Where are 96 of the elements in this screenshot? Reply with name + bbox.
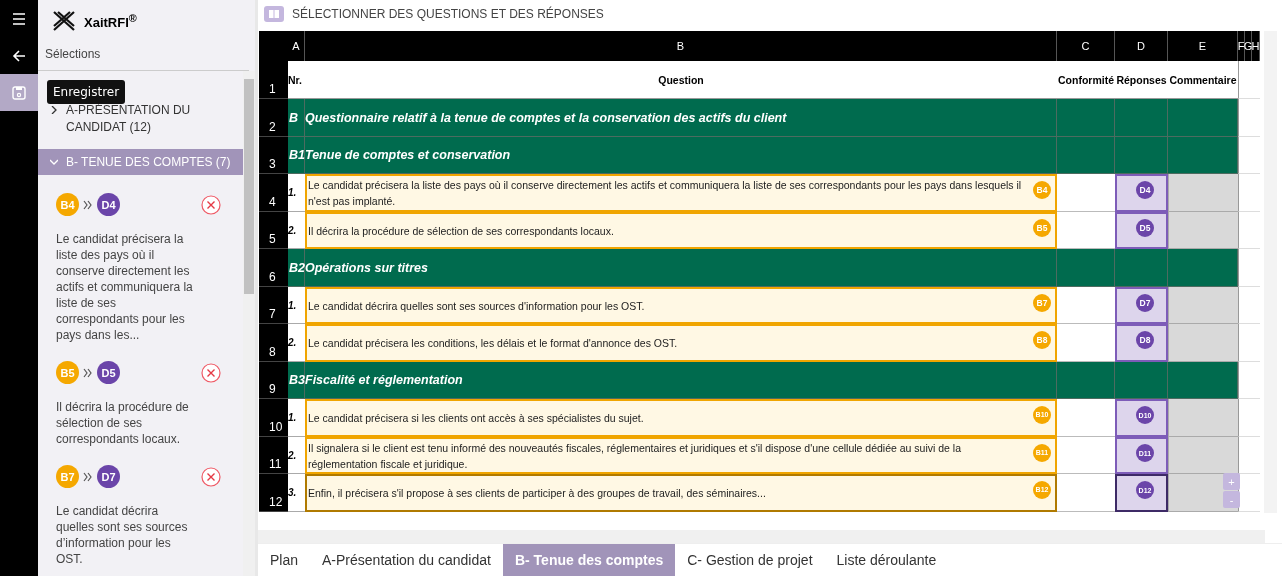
logo-icon — [52, 11, 76, 31]
double-chevron-icon — [83, 199, 93, 210]
question-cell[interactable]: Le candidat précisera les conditions, les délais et le format d'annonce des OST. B8 — [305, 324, 1057, 363]
section-cell — [1168, 137, 1238, 175]
question-text: Le candidat précisera les conditions, les délais et le format d'annonce des OST. — [308, 336, 678, 352]
row-number: 9 — [259, 362, 288, 400]
column-header: D — [1115, 31, 1168, 62]
table-cell[interactable] — [1168, 324, 1238, 363]
section-title: Opérations sur titres — [305, 249, 1057, 288]
section-cell — [1115, 249, 1168, 288]
table-cell[interactable] — [1168, 399, 1238, 438]
section-cell — [1115, 137, 1168, 175]
tree-item-label: B- TENUE DES COMPTES (7) — [66, 154, 231, 171]
table-cell[interactable] — [1168, 174, 1238, 213]
question-badge: B5 — [1033, 219, 1051, 238]
section-cell — [1115, 362, 1168, 400]
column-header: E — [1168, 31, 1238, 62]
question-badge: B4 — [1033, 181, 1051, 200]
selection-text: Le candidat décrira quelles sont ses sources d’information pour les OST. — [56, 503, 189, 567]
section-code: B — [288, 99, 305, 138]
selection-text: Le candidat précisera la liste des pays où il conserve directement les actifs et communiquera la liste de ses correspondants pour les pays dans les... — [56, 231, 194, 343]
row-number: 11 — [259, 437, 288, 475]
section-heading: Sélections — [38, 32, 249, 71]
answer-badge: D7 — [97, 465, 120, 488]
row-number: 6 — [259, 249, 288, 288]
question-badge: B4 — [56, 193, 79, 216]
double-chevron-icon — [83, 471, 93, 482]
question-cell[interactable]: Il décrira la procédure de sélection de ses correspondants locaux. B5 — [305, 212, 1057, 250]
answer-badge: D5 — [97, 361, 120, 384]
selection-text: Il décrira la procédure de sélection de ses correspondants locaux. — [56, 399, 190, 447]
section-cell — [1168, 99, 1238, 138]
row-number: 3 — [259, 137, 288, 175]
column-header: C — [1057, 31, 1115, 62]
section-title: Tenue de comptes et conservation — [305, 137, 1057, 175]
close-icon[interactable] — [201, 362, 221, 383]
section-title: Fiscalité et réglementation — [305, 362, 1057, 400]
section-code: B2 — [288, 249, 305, 288]
double-chevron-icon — [83, 367, 93, 378]
table-cell[interactable] — [1168, 212, 1238, 250]
row-number: 8 — [259, 324, 288, 363]
column-header: A — [288, 31, 305, 62]
question-badge: B5 — [56, 361, 79, 384]
question-text: Le candidat décrira quelles sont ses sources d'information pour les OST. — [308, 298, 645, 314]
answer-badge: D8 — [1136, 331, 1154, 350]
question-badge: B8 — [1033, 331, 1051, 350]
section-cell — [1168, 249, 1238, 288]
row-number: 10 — [259, 399, 288, 438]
tree-item-label: A-PRÉSENTATION DU CANDIDAT (12) — [66, 102, 192, 136]
question-text: Le candidat précisera la liste des pays où il conserve directement les actifs et communiquera la liste de ses correspondants pour les pays dans lesquels il n'est pas implanté. — [308, 178, 1023, 210]
row-number: 12 — [259, 474, 288, 513]
column-header: B — [305, 31, 1057, 62]
answer-cell[interactable]: D5 — [1115, 212, 1168, 250]
answer-cell[interactable]: D4 — [1115, 174, 1168, 213]
question-text: Enfin, il précisera s'il propose à ses clients de participer à des groupes de travail, des séminaires... — [308, 486, 766, 502]
table-cell[interactable] — [1168, 437, 1238, 475]
row-number: 2 — [259, 99, 288, 138]
section-cell — [1057, 99, 1115, 138]
scrollbar[interactable] — [258, 530, 1265, 543]
question-text: Il décrira la procédure de sélection de ses correspondants locaux. — [308, 223, 614, 239]
table-cell[interactable] — [1168, 287, 1238, 325]
question-text: Le candidat précisera si les clients ont accès à ses spécialistes du sujet. — [308, 411, 644, 427]
answer-cell[interactable]: D7 — [1115, 287, 1168, 325]
chevron-right-icon — [50, 106, 58, 114]
section-cell — [1057, 137, 1115, 175]
question-badge: B7 — [1033, 294, 1051, 313]
section-code: B1 — [288, 137, 305, 175]
close-icon[interactable] — [201, 194, 221, 215]
column-header: H — [1252, 31, 1260, 62]
answer-badge: D7 — [1136, 294, 1154, 313]
question-badge: B7 — [56, 465, 79, 488]
scrollbar[interactable] — [243, 71, 255, 576]
section-code: B3 — [288, 362, 305, 400]
logo-text: XaitRFI$^{®}$ — [84, 11, 137, 31]
section-cell — [1168, 362, 1238, 400]
answer-cell[interactable]: D8 — [1115, 324, 1168, 363]
menu-icon — [12, 11, 26, 26]
section-cell — [1057, 249, 1115, 288]
row-number: 5 — [259, 212, 288, 250]
row-number: 1 — [259, 61, 288, 100]
row-number: 4 — [259, 174, 288, 213]
close-icon[interactable] — [201, 466, 221, 487]
panel-title: SÉLECTIONNER DES QUESTIONS ET DES RÉPONSES — [292, 6, 604, 21]
back-arrow-icon — [12, 48, 26, 63]
question-text: Il signalera si le client est tenu informé des nouveautés fiscales, réglementaires et juridiques et s'il dispose d'une cellule dédiée au suivi de la réglementation fiscale et juridique. — [308, 440, 963, 472]
question-cell[interactable]: Le candidat décrira quelles sont ses sources d'information pour les OST. B7 — [305, 287, 1057, 325]
section-cell — [1115, 99, 1168, 138]
chevron-down-icon — [50, 158, 58, 166]
columns-icon — [264, 5, 284, 22]
answer-badge: D4 — [97, 193, 120, 216]
section-title: Questionnaire relatif à la tenue de comptes et la conservation des actifs du client — [305, 99, 1057, 138]
section-cell — [1057, 362, 1115, 400]
row-number: 7 — [259, 287, 288, 325]
tooltip: Enregistrer — [47, 80, 126, 104]
answer-badge: D5 — [1136, 219, 1154, 238]
answer-badge: D4 — [1136, 181, 1154, 200]
question-cell[interactable]: Le candidat précisera la liste des pays où il conserve directement les actifs et communiquera la liste de ses correspondants pour les pays dans lesquels il n'est pas implanté. B4 — [305, 174, 1057, 213]
